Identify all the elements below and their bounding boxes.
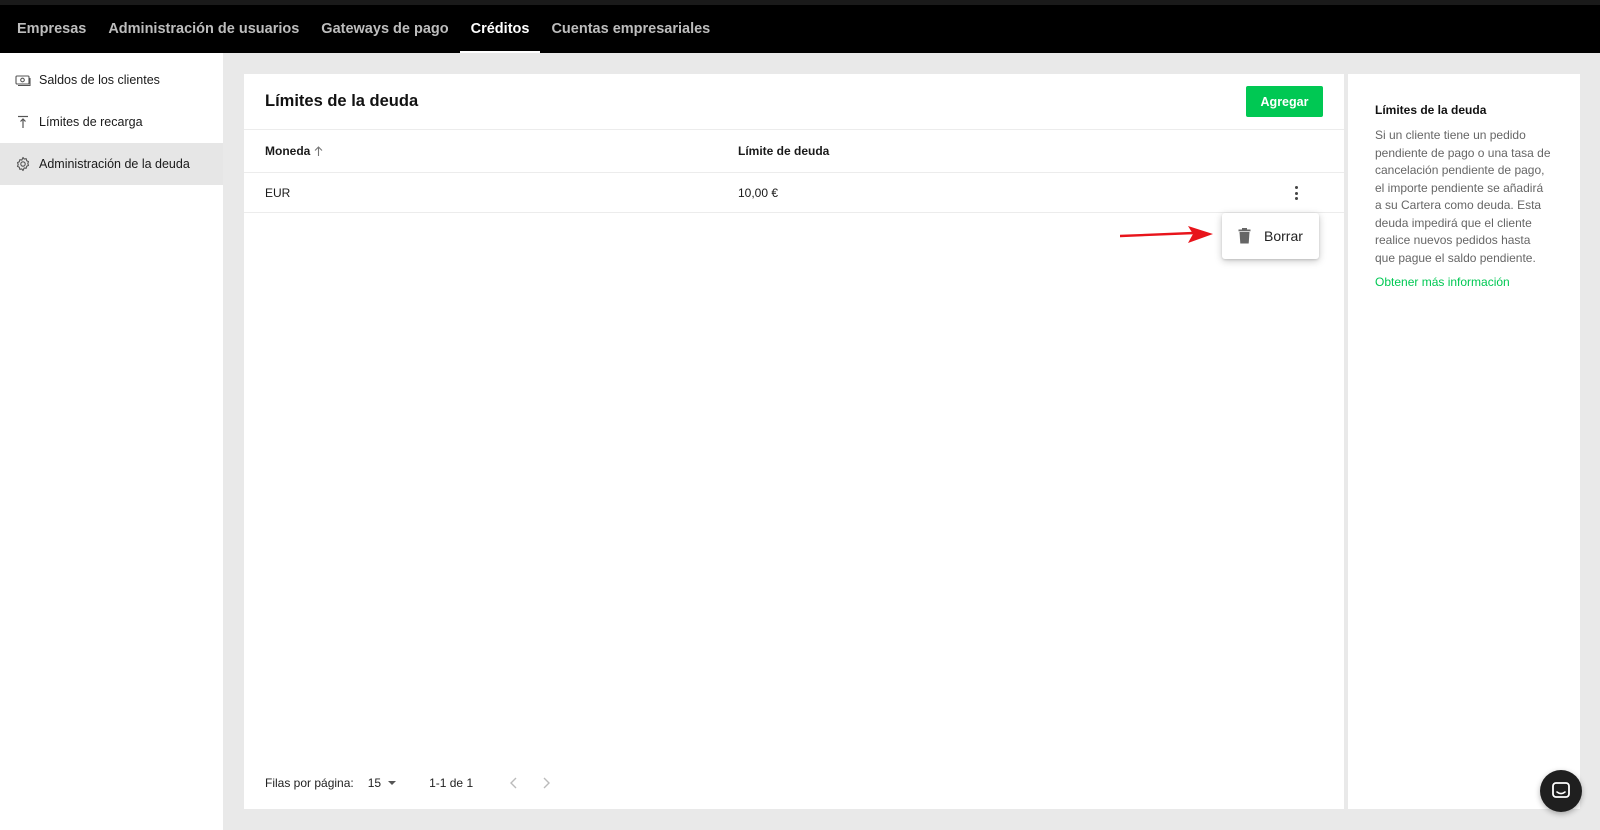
sidebar-item-label: Administración de la deuda	[39, 157, 190, 171]
sidebar-item-limites-recarga[interactable]: Límites de recarga	[0, 101, 223, 143]
more-options-icon[interactable]	[1288, 185, 1304, 201]
column-header-limite[interactable]: Límite de deuda	[738, 144, 1344, 158]
info-title: Límites de la deuda	[1375, 103, 1487, 117]
add-button[interactable]: Agregar	[1246, 86, 1323, 117]
tab-gateways-pago[interactable]: Gateways de pago	[310, 5, 459, 53]
table-row[interactable]: EUR 10,00 €	[244, 173, 1344, 213]
rows-per-page-select[interactable]: 15	[368, 776, 397, 790]
column-header-moneda[interactable]: Moneda	[244, 144, 738, 158]
gear-icon	[15, 156, 31, 172]
debt-limits-card: Límites de la deuda Agregar Moneda Límit…	[244, 74, 1344, 809]
page-range: 1-1 de 1	[429, 776, 474, 790]
upload-limit-icon	[15, 114, 31, 130]
next-page-icon[interactable]	[541, 777, 551, 789]
caret-down-icon	[387, 780, 397, 786]
money-icon	[15, 72, 31, 88]
card-header: Límites de la deuda Agregar	[244, 74, 1344, 130]
tab-creditos[interactable]: Créditos	[459, 5, 541, 53]
trash-icon	[1238, 228, 1251, 244]
rows-per-page-value: 15	[367, 776, 382, 790]
column-header-label: Moneda	[265, 144, 311, 158]
learn-more-link[interactable]: Obtener más información	[1375, 275, 1552, 289]
info-panel: Límites de la deuda Si un cliente tiene …	[1348, 74, 1580, 809]
tab-cuentas-empresariales[interactable]: Cuentas empresariales	[540, 5, 721, 53]
sidebar-item-label: Límites de recarga	[39, 115, 143, 129]
rows-per-page-label: Filas por página:	[265, 776, 354, 790]
pagination: Filas por página: 15 1-1 de 1	[265, 771, 551, 795]
top-nav-tabs: Empresas Administración de usuarios Gate…	[0, 5, 1600, 53]
sidebar-item-label: Saldos de los clientes	[39, 73, 160, 87]
sort-arrow-up-icon	[313, 145, 324, 157]
sidebar-item-saldos[interactable]: Saldos de los clientes	[0, 59, 223, 101]
delete-label: Borrar	[1264, 228, 1303, 244]
sidebar: Saldos de los clientes Límites de recarg…	[0, 53, 223, 830]
page-title: Límites de la deuda	[265, 92, 419, 110]
previous-page-icon[interactable]	[509, 777, 519, 789]
delete-menu-item[interactable]: Borrar	[1222, 213, 1319, 259]
top-nav-bar: Empresas Administración de usuarios Gate…	[0, 0, 1600, 53]
page-nav	[509, 777, 551, 789]
info-body: Si un cliente tiene un pedido pendiente …	[1375, 128, 1551, 265]
tab-administracion-usuarios[interactable]: Administración de usuarios	[97, 5, 310, 53]
cell-limit: 10,00 €	[738, 185, 779, 200]
chat-icon[interactable]	[1540, 770, 1582, 812]
annotation-arrow	[1118, 225, 1215, 252]
tab-empresas[interactable]: Empresas	[6, 5, 97, 53]
sidebar-item-administracion-deuda[interactable]: Administración de la deuda	[0, 143, 223, 185]
cell-currency: EUR	[265, 185, 291, 200]
table-header: Moneda Límite de deuda	[244, 130, 1344, 173]
